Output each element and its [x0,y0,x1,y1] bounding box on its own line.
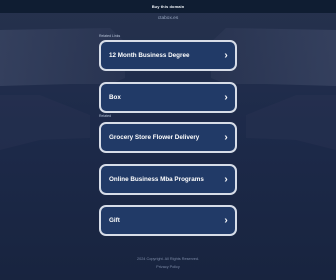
chevron-right-icon: › [224,132,228,143]
related-link-label: Grocery Store Flower Delivery [109,134,200,141]
related-link-label: Online Business Mba Programs [109,176,204,183]
chevron-right-icon: › [224,174,228,185]
related-link-3[interactable]: Online Business Mba Programs › [99,164,237,195]
related-link-1[interactable]: Box › [99,82,237,113]
related-label: Related [99,114,112,118]
buy-domain-button[interactable]: Buy this domain [134,3,202,10]
chevron-right-icon: › [224,92,228,103]
related-link-0[interactable]: 12 Month Business Degree › [99,40,237,71]
links-label: Related Links [99,34,121,38]
related-link-4[interactable]: Gift › [99,205,237,236]
footer-privacy-link[interactable]: Privacy Policy [0,264,336,270]
footer-copyright: 2024 Copyright. All Rights Reserved. [136,257,200,261]
chevron-right-icon: › [224,215,228,226]
related-link-2[interactable]: Grocery Store Flower Delivery › [99,122,237,153]
top-bar: Buy this domain [0,0,336,13]
chevron-right-icon: › [224,50,228,61]
domain-name: ctabox.es [157,16,179,21]
related-link-label: 12 Month Business Degree [109,52,190,59]
related-link-label: Box [109,94,121,101]
left-shape-2 [0,95,90,150]
related-link-label: Gift [109,217,120,224]
right-shape-2 [246,95,336,150]
